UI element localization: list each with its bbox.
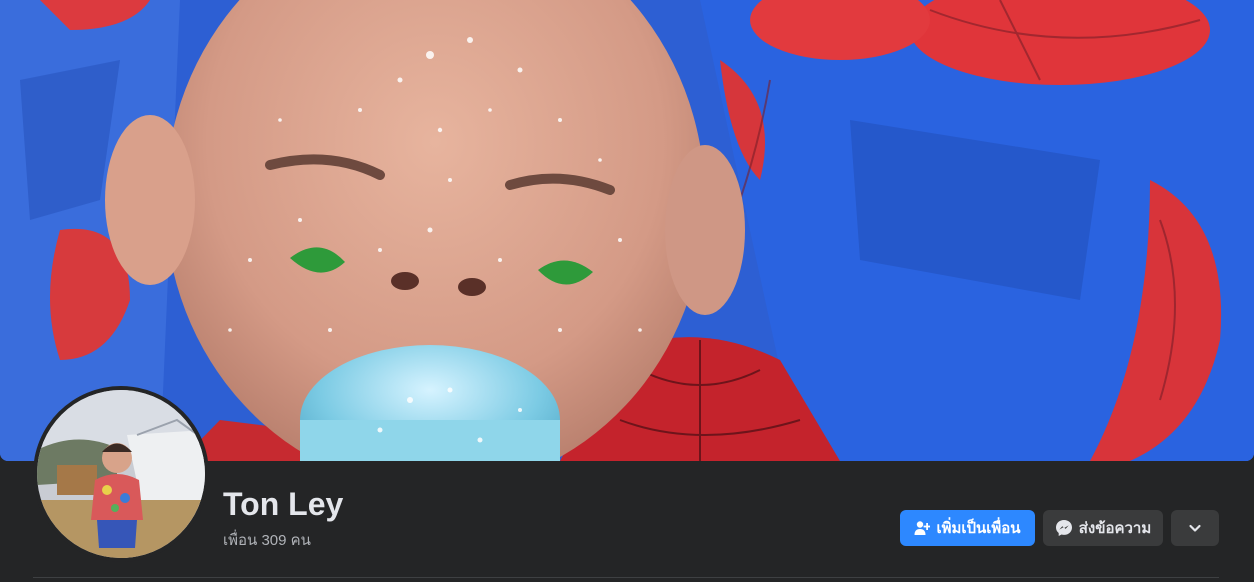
profile-name: Ton Ley (223, 486, 344, 522)
person-plus-icon (914, 520, 931, 536)
header-divider (33, 577, 1219, 578)
friends-count[interactable]: เพื่อน 309 คน (223, 528, 311, 552)
avatar-image (37, 390, 205, 558)
messenger-icon (1055, 519, 1073, 537)
message-button[interactable]: ส่งข้อความ (1043, 510, 1163, 546)
cover-photo-image (0, 0, 1254, 461)
profile-page: Ton Ley เพื่อน 309 คน เพิ่มเป็นเพื่อน ส่… (0, 0, 1254, 582)
add-friend-label: เพิ่มเป็นเพื่อน (936, 520, 1021, 537)
chevron-down-icon (1188, 521, 1202, 535)
cover-photo[interactable] (0, 0, 1254, 461)
add-friend-button[interactable]: เพิ่มเป็นเพื่อน (900, 510, 1035, 546)
more-options-button[interactable] (1171, 510, 1219, 546)
profile-avatar[interactable] (33, 386, 209, 562)
message-label: ส่งข้อความ (1078, 520, 1152, 537)
